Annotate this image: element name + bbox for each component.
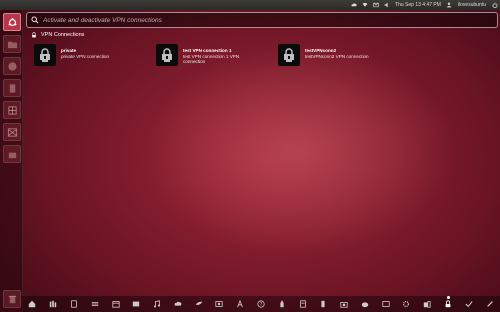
fonts-lens-icon[interactable] [236,300,245,309]
trash-icon [8,295,16,303]
social-lens-icon[interactable] [194,300,203,309]
launcher-writer-button[interactable] [3,79,21,97]
pencil-lens-icon[interactable] [485,300,494,309]
shopping-bag-icon [8,152,16,158]
music-lens-icon[interactable] [153,300,162,309]
photos-lens-icon[interactable] [215,300,224,309]
username[interactable]: ilovesubuntu [458,2,486,8]
search-icon [30,15,40,25]
user-icon [446,2,453,8]
launcher-software-center-button[interactable] [3,145,21,163]
help-lens-icon[interactable]: ? [256,300,265,309]
ubuntu-logo-icon [8,17,16,26]
network-icon[interactable] [361,2,368,8]
folder-icon [7,41,17,48]
launcher-trash-button[interactable] [3,290,21,308]
apps-lens-icon[interactable] [49,300,58,309]
lens-bar: ? [22,295,500,312]
dash-search-bar [26,12,498,28]
vpn-result-item[interactable]: testVPNconn2 testVPNconn2 VPN connection [278,44,373,68]
vpn-lock-icon [278,44,300,66]
presentation-icon [7,127,17,137]
volume-icon[interactable] [383,2,390,8]
power-icon[interactable] [491,2,498,8]
cloud-lens-icon[interactable] [173,300,182,309]
launcher-browser-button[interactable] [3,57,21,75]
vpn-result-item[interactable]: test VPN connection 1 test VPN connectio… [156,44,251,68]
launcher-files-button[interactable] [3,35,21,53]
notes-lens-icon[interactable] [298,300,307,309]
devices-lens-icon[interactable] [423,300,432,309]
search-input[interactable] [40,15,497,25]
vpn-lock-icon [32,32,36,38]
dash-home-button[interactable] [3,13,21,31]
vpn-lock-icon [34,44,56,66]
vpn-lens-icon[interactable] [444,295,453,309]
launcher-impress-button[interactable] [3,123,21,141]
video-lens-icon[interactable] [132,300,141,309]
top-panel: Thu Sep 13 4:47 PM ilovesubuntu [0,0,500,10]
category-header[interactable]: VPN Connections [31,31,84,39]
launcher [0,10,23,312]
cloud-icon[interactable] [350,2,357,8]
browser-icon [7,61,17,71]
news-lens-icon[interactable] [381,300,390,309]
calendar-lens-icon[interactable] [111,300,120,309]
files-lens-icon[interactable] [69,300,78,309]
camera-lens-icon[interactable] [340,300,349,309]
reddit-lens-icon[interactable] [360,300,369,309]
gear-lens-icon[interactable] [402,300,411,309]
vpn-result-item[interactable]: private private VPN connection [34,44,129,68]
launcher-calc-button[interactable] [3,101,21,119]
clock[interactable]: Thu Sep 13 4:47 PM [395,2,441,8]
result-description: test VPN connection 1 VPN connection [183,53,240,65]
list-lens-icon[interactable] [90,300,99,309]
phone-lens-icon[interactable] [319,300,328,309]
vpn-lock-icon [156,44,178,66]
document-icon [9,83,15,93]
tasks-lens-icon[interactable] [464,300,473,309]
bottle-lens-icon[interactable] [277,300,286,309]
home-lens-icon[interactable] [28,300,37,309]
spreadsheet-icon [7,105,17,115]
mail-icon[interactable] [372,2,379,8]
result-description: testVPNconn2 VPN connection [305,53,369,59]
result-description: private VPN connection [61,53,110,59]
category-title: VPN Connections [41,32,85,38]
